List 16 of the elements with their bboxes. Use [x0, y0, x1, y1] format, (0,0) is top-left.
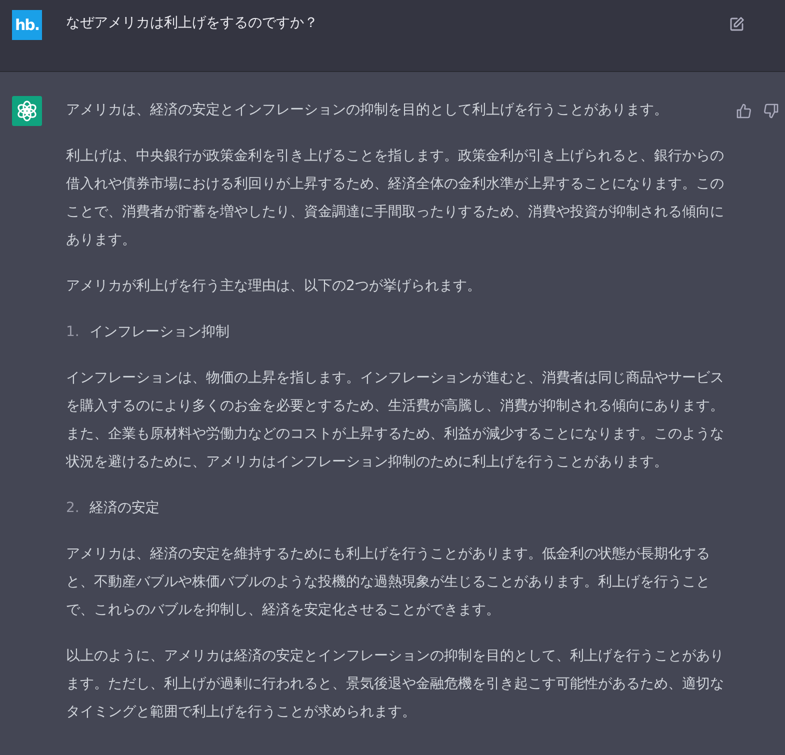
knot-logo-icon [12, 96, 42, 126]
list-number: 1. [66, 323, 80, 342]
edit-icon[interactable] [729, 16, 745, 32]
answer-paragraph: 以上のように、アメリカは経済の安定とインフレーションの抑制を目的として、利上げを行うことがあります。ただし、利上げが過剰に行われると、景気後退や金融危機を引き起こす可能性があるため、適切なタイミングと範囲で利上げを行うことが求められます。 [66, 647, 724, 722]
thumbs-up-icon[interactable] [736, 103, 752, 119]
list-item-text: 経済の安定 [89, 499, 160, 518]
answer-paragraph: アメリカは、経済の安定とインフレーションの抑制を目的として利上げを行うことがあります。 [66, 101, 669, 120]
thumbs-down-icon[interactable] [763, 103, 779, 119]
user-message: なぜアメリカは利上げをするのですか？ [66, 14, 319, 33]
answer-paragraph: 利上げは、中央銀行が政策金利を引き上げることを指します。政策金利が引き上げられると、銀行からの借入れや債券市場における利回りが上昇するため、経済全体の金利水準が上昇することになります。このことで、消費者が貯蓄を増やしたり、資金調達に手間取ったりするため、消費や投資が抑制される傾向にあります。 [66, 147, 724, 250]
list-item-text: インフレーション抑制 [89, 323, 230, 342]
answer-paragraph: アメリカは、経済の安定を維持するためにも利上げを行うことがあります。低金利の状態が長期化すると、不動産バブルや株価バブルのような投機的な過熱現象が生じることがあります。利上げを行うことで、これらのバブルを抑制し、経済を安定化させることができます。 [66, 545, 711, 620]
list-number: 2. [66, 499, 80, 518]
answer-paragraph: アメリカが利上げを行う主な理由は、以下の2つが挙げられます。 [66, 277, 482, 296]
answer-paragraph: インフレーションは、物価の上昇を指します。インフレーションが進むと、消費者は同じ商品やサービスを購入するのにより多くのお金を必要とするため、生活費が高騰し、消費が抑制される傾向にあります。また、企業も原材料や労働力などのコストが上昇するため、利益が減少することになります。このような状況を避けるために、アメリカはインフレーション抑制のために利上げを行うことがあります。 [66, 369, 724, 472]
user-avatar: hb. [12, 10, 42, 40]
